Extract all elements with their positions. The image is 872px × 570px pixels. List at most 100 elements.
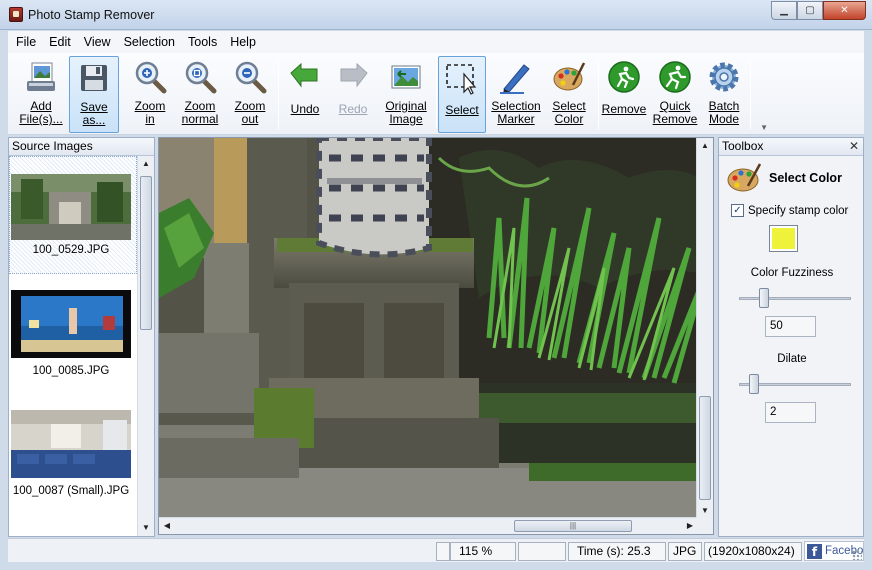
menu-bar: File Edit View Selection Tools Help: [8, 31, 864, 53]
redo-button[interactable]: Redo: [330, 56, 376, 133]
toolbox-header: Toolbox ✕: [719, 138, 863, 156]
window-title: Photo Stamp Remover: [28, 8, 155, 22]
color-fuzziness-input[interactable]: 50: [765, 316, 816, 337]
add-files-icon: [27, 62, 55, 91]
remove-run-icon: [608, 61, 640, 93]
canvas-vertical-scrollbar[interactable]: ▲ ▼: [696, 138, 713, 519]
minimize-icon: ▁: [780, 5, 788, 16]
save-as-label: Save as...: [80, 100, 108, 127]
menu-help[interactable]: Help: [230, 35, 256, 49]
slider-knob[interactable]: [759, 288, 769, 308]
scrollbar-thumb[interactable]: [699, 396, 711, 500]
undo-label: Undo: [290, 102, 320, 116]
resize-grip-icon[interactable]: [852, 550, 862, 560]
specify-stamp-color-checkbox[interactable]: ✓ Specify stamp color: [731, 204, 848, 217]
window-controls: ▁ ▢ ✕: [771, 1, 866, 20]
toolbar-overflow-icon[interactable]: ▼: [760, 123, 768, 132]
close-button[interactable]: ✕: [823, 1, 866, 20]
menu-edit[interactable]: Edit: [49, 35, 71, 49]
zoom-out-icon: [235, 61, 267, 94]
scrollbar-thumb[interactable]: |||: [514, 520, 632, 532]
image-canvas[interactable]: ▲ ▼ ◀ ||| ▶: [158, 137, 714, 535]
title-bar: Photo Stamp Remover ▁ ▢ ✕: [0, 0, 872, 30]
status-cell-empty: [518, 542, 566, 561]
thumbnail-item[interactable]: 100_0529.JPG: [9, 156, 137, 274]
main-photo: [159, 138, 713, 534]
close-icon[interactable]: ✕: [849, 138, 859, 155]
thumbnail-caption: 100_0085.JPG: [32, 365, 110, 377]
color-palette-icon: [727, 163, 762, 192]
thumbnail-item[interactable]: 100_0087 (Small).JPG: [9, 396, 137, 514]
dilate-slider[interactable]: [739, 374, 851, 394]
slider-knob[interactable]: [749, 374, 759, 394]
toolbar-separator: [750, 59, 751, 129]
menu-tools[interactable]: Tools: [188, 35, 217, 49]
remove-button[interactable]: Remove: [600, 56, 648, 133]
slider-track: [739, 297, 851, 300]
minimize-button[interactable]: ▁: [771, 1, 797, 20]
toolbox-header-label: Toolbox: [722, 139, 764, 153]
select-color-label: Select Color: [552, 99, 586, 126]
scroll-up-icon[interactable]: ▲: [138, 156, 154, 172]
quick-remove-icon: [659, 61, 691, 93]
thumbnail-scrollbar[interactable]: ▲ ▼: [137, 156, 154, 536]
selection-marker-button[interactable]: Selection Marker: [490, 56, 542, 133]
scrollbar-thumb[interactable]: [140, 176, 152, 330]
maximize-button[interactable]: ▢: [797, 1, 823, 20]
zoom-in-label: Zoom in: [134, 99, 166, 126]
maximize-icon: ▢: [805, 5, 815, 16]
select-color-button[interactable]: Select Color: [544, 56, 594, 133]
toolbar-separator: [278, 59, 279, 129]
dilate-input[interactable]: 2: [765, 402, 816, 423]
scroll-down-icon[interactable]: ▼: [138, 520, 154, 536]
menu-view[interactable]: View: [84, 35, 111, 49]
scrollbar-corner: [696, 517, 713, 534]
color-fuzziness-slider[interactable]: [739, 288, 851, 308]
status-bar: 115 % Time (s): 25.3 JPG (1920x1080x24) …: [8, 538, 864, 562]
gear-icon: [709, 62, 739, 92]
thumbnail-image: [11, 290, 131, 358]
status-zoom: 115 %: [450, 542, 516, 561]
stamp-color-swatch[interactable]: [769, 225, 798, 252]
batch-mode-button[interactable]: Batch Mode: [702, 56, 746, 133]
zoom-out-button[interactable]: Zoom out: [226, 56, 274, 133]
zoom-normal-button[interactable]: Zoom normal: [176, 56, 224, 133]
save-as-button[interactable]: Save as...: [69, 56, 119, 133]
original-image-button[interactable]: Original Image: [380, 56, 432, 133]
undo-arrow-icon: [290, 62, 318, 88]
source-images-panel: Source Images 100_0529.JPG 100_0085.JPG …: [8, 137, 155, 537]
add-files-label: Add File(s)...: [19, 99, 63, 126]
thumbnail-image: [11, 174, 131, 240]
quick-remove-button[interactable]: Quick Remove: [650, 56, 700, 133]
toolbox-title: Select Color: [769, 171, 842, 185]
status-time: Time (s): 25.3: [568, 542, 666, 561]
thumbnail-item[interactable]: 100_0085.JPG: [9, 276, 137, 394]
add-files-button[interactable]: Add File(s)...: [12, 56, 70, 133]
undo-button[interactable]: Undo: [282, 56, 328, 133]
thumbnail-list: 100_0529.JPG 100_0085.JPG 100_0087 (Smal…: [9, 156, 137, 536]
canvas-horizontal-scrollbar[interactable]: ◀ ||| ▶: [159, 517, 698, 534]
zoom-out-label: Zoom out: [234, 99, 266, 126]
status-cell-empty: [436, 542, 450, 561]
redo-label: Redo: [338, 102, 368, 116]
stamp-color-fill: [772, 228, 795, 249]
quick-remove-label: Quick Remove: [652, 99, 698, 126]
checkbox-check-icon[interactable]: ✓: [731, 204, 744, 217]
source-images-header: Source Images: [9, 138, 154, 156]
menu-selection[interactable]: Selection: [124, 35, 175, 49]
original-image-icon: [391, 65, 421, 89]
floppy-disk-icon: [81, 65, 107, 91]
zoom-in-button[interactable]: Zoom in: [126, 56, 174, 133]
select-cursor-icon: [446, 64, 477, 95]
close-icon: ✕: [840, 5, 849, 16]
color-fuzziness-label: Color Fuzziness: [750, 267, 834, 279]
toolbar-separator: [598, 59, 599, 129]
color-palette-icon: [553, 62, 586, 91]
app-icon: [9, 7, 23, 22]
menu-file[interactable]: File: [16, 35, 36, 49]
remove-label: Remove: [601, 102, 647, 116]
specify-stamp-color-label: Specify stamp color: [748, 204, 849, 217]
select-button[interactable]: Select: [438, 56, 486, 133]
scroll-up-icon[interactable]: ▲: [697, 138, 713, 154]
scroll-left-icon[interactable]: ◀: [159, 518, 175, 534]
